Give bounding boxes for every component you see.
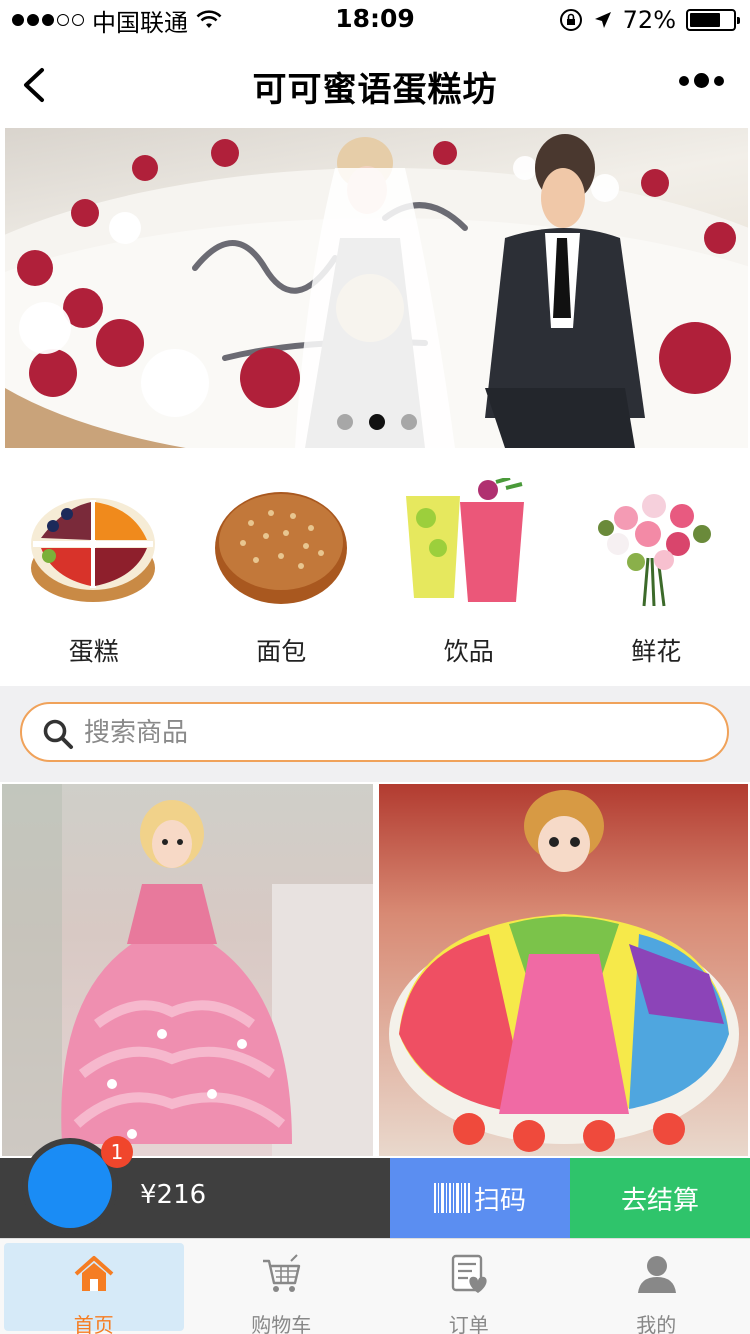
product-image-rainbow-doll-cake (389, 790, 739, 1152)
category-bread[interactable]: 面包 (188, 448, 376, 686)
tab-label: 订单 (448, 1313, 489, 1334)
page-title: 可可蜜语蛋糕坊 (252, 70, 498, 110)
tab-bar: 首页 购物车 订单 我的 (0, 1238, 750, 1334)
tab-label: 首页 (73, 1313, 114, 1334)
cart-total-price: ¥216 (140, 1180, 207, 1210)
search-box[interactable] (20, 702, 729, 762)
checkout-label: 去结算 (620, 1185, 699, 1216)
location-arrow-icon (594, 12, 611, 28)
more-options-icon[interactable] (679, 73, 724, 88)
tab-label: 购物车 (251, 1313, 312, 1334)
status-right: 72% (559, 6, 740, 34)
product-card[interactable] (379, 784, 748, 1156)
category-label: 饮品 (443, 637, 494, 666)
tab-home[interactable]: 首页 (0, 1239, 188, 1334)
rotation-lock-icon (559, 9, 582, 31)
flower-icon (597, 494, 711, 607)
product-image-pink-doll-cake (2, 784, 373, 1156)
cart-count-badge: 1 (101, 1136, 133, 1168)
battery-percent: 72% (622, 6, 676, 34)
battery-icon (686, 9, 740, 31)
search-section (0, 686, 750, 782)
tab-label: 我的 (636, 1313, 677, 1334)
status-bar: 中国联通 18:09 72% (0, 0, 750, 40)
product-grid (0, 782, 750, 1158)
checkout-button[interactable]: 去结算 (570, 1158, 750, 1238)
category-label: 鲜花 (631, 637, 682, 666)
search-input[interactable] (84, 715, 684, 751)
tab-orders[interactable]: 订单 (375, 1239, 563, 1334)
category-drink[interactable]: 饮品 (375, 448, 563, 686)
cart-icon (262, 1254, 300, 1292)
bread-icon (214, 492, 347, 604)
category-label: 面包 (256, 637, 307, 666)
drink-icon (406, 478, 524, 602)
category-flower[interactable]: 鲜花 (563, 448, 750, 686)
banner-carousel[interactable] (5, 128, 748, 448)
tab-cart[interactable]: 购物车 (188, 1239, 376, 1334)
nav-bar: 可可蜜语蛋糕坊 (0, 40, 750, 128)
user-icon (637, 1256, 676, 1293)
cart-bar: 1 ¥216 扫码 去结算 (0, 1136, 750, 1238)
home-icon (74, 1256, 114, 1291)
carousel-dot[interactable] (400, 414, 417, 430)
carousel-dot[interactable] (336, 414, 353, 430)
cake-icon (31, 498, 155, 602)
scan-label: 扫码 (473, 1185, 526, 1216)
product-card[interactable] (2, 784, 373, 1156)
category-grid: 蛋糕 面包 饮品 鲜花 (0, 448, 750, 686)
order-icon (451, 1254, 487, 1293)
category-label: 蛋糕 (68, 637, 119, 666)
tab-profile[interactable]: 我的 (563, 1239, 750, 1334)
scan-button[interactable]: 扫码 (390, 1158, 570, 1238)
category-cake[interactable]: 蛋糕 (0, 448, 188, 686)
search-icon (43, 719, 73, 749)
carousel-dot[interactable] (368, 414, 385, 430)
barcode-icon (433, 1183, 470, 1213)
cart-button[interactable] (28, 1144, 112, 1228)
carousel-indicator (5, 414, 748, 430)
battery-fill (690, 13, 721, 27)
banner-image (5, 134, 748, 448)
